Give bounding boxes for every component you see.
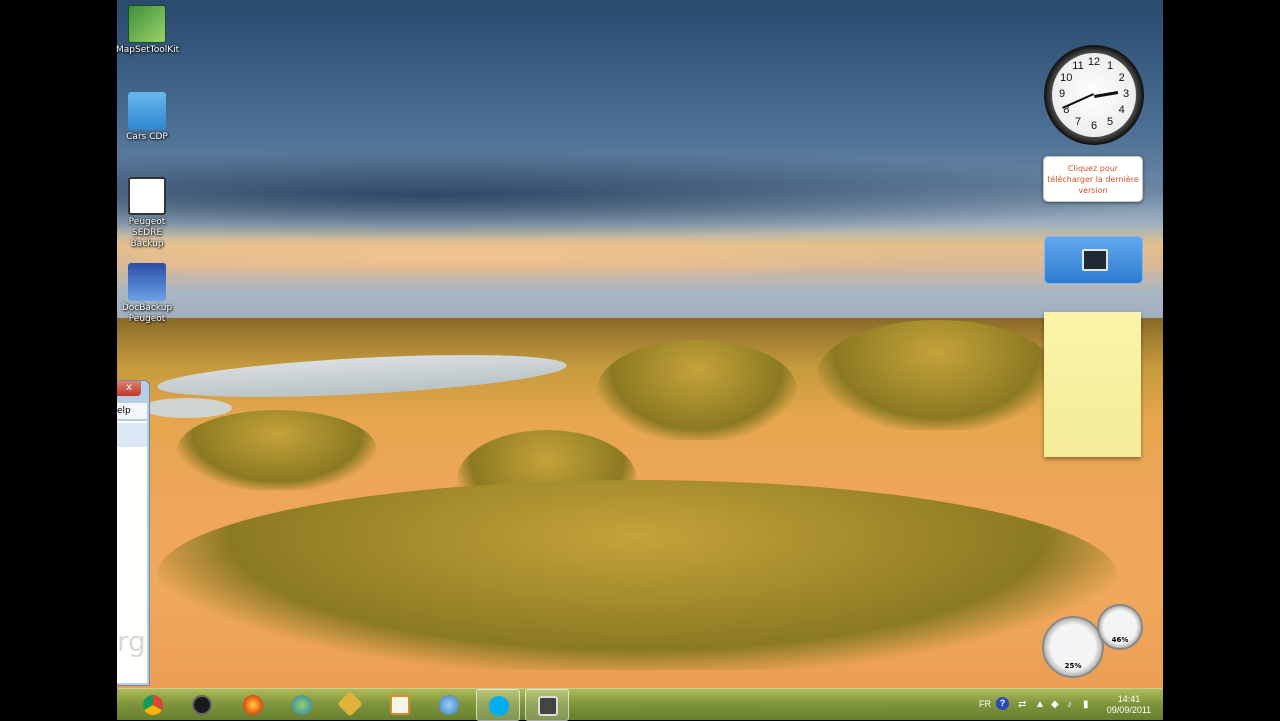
taskbar-messenger-button[interactable] xyxy=(280,689,324,721)
taskbar-paint-button[interactable] xyxy=(427,689,471,721)
wallpaper-clouds xyxy=(117,150,1163,240)
desktop-icon-label: Cars CDP xyxy=(126,132,168,142)
wrench-icon xyxy=(337,691,363,717)
taskbar-chrome-button[interactable] xyxy=(131,689,175,721)
wallpaper-lake xyxy=(142,398,232,418)
clock-number: 9 xyxy=(1058,88,1066,100)
mapset-icon xyxy=(128,5,166,43)
screen: MapSetToolKit Cars CDP Peugeot SEDRE Bac… xyxy=(0,0,1280,721)
peugeot-lion-icon xyxy=(128,263,166,301)
wallpaper-grass xyxy=(177,410,377,490)
desktop-icon-cars-cdp[interactable]: Cars CDP xyxy=(116,92,178,143)
play-icon xyxy=(390,695,410,715)
cpu-meter-gadget[interactable]: 25% 46% xyxy=(1042,604,1147,682)
update-gadget-text[interactable]: Cliquez pour télécharger la dernière ver… xyxy=(1047,164,1139,195)
taskbar-tool-button[interactable] xyxy=(329,689,373,721)
desktop-wallpaper xyxy=(117,0,1163,720)
taskbar-video-button[interactable] xyxy=(525,689,569,721)
memory-usage-value: 46% xyxy=(1111,636,1129,644)
desktop-icon-label: MapSetToolKit xyxy=(116,45,180,55)
wallpaper-grass xyxy=(817,320,1057,430)
clock-datetime[interactable]: 14:41 09/09/2011 xyxy=(1103,694,1155,716)
tray-app-icon[interactable]: ◆ xyxy=(1051,699,1059,710)
clock-number: 7 xyxy=(1074,115,1082,128)
tray-date: 09/09/2011 xyxy=(1106,705,1152,715)
taskbar-firefox-button[interactable] xyxy=(231,689,275,721)
show-hidden-icons-icon[interactable]: ▲ xyxy=(1035,699,1045,710)
clock-number: 5 xyxy=(1106,115,1114,128)
desktop-icon-docbackup-peugeot[interactable]: DocBackup Peugeot xyxy=(116,263,178,325)
network-tray-icon[interactable]: ⇄ xyxy=(1018,699,1026,710)
desktop-icon-label: Peugeot SEDRE Backup xyxy=(128,217,166,249)
help-icon[interactable]: ? xyxy=(996,697,1009,710)
desktop-icon-mapsettoolkit[interactable]: MapSetToolKit xyxy=(116,5,180,56)
wallpaper-grass xyxy=(157,480,1117,670)
clock-gadget[interactable]: 12 1 2 3 4 5 6 7 8 9 10 11 xyxy=(1044,45,1144,145)
media-center-gadget[interactable] xyxy=(1044,236,1143,284)
camera-icon xyxy=(538,696,558,716)
cpu-usage-value: 25% xyxy=(1064,662,1082,670)
chrome-icon xyxy=(143,695,163,715)
system-tray: FR ? ⇄ ▲ ◆ ♪ ▮ 14:41 09/09/2011 xyxy=(973,689,1163,721)
cpu-dial: 25% xyxy=(1042,616,1104,678)
clock-number: 3 xyxy=(1122,88,1130,100)
clock-number: 10 xyxy=(1060,72,1073,84)
partial-app-window[interactable]: x elp rg xyxy=(117,380,150,686)
car-icon xyxy=(128,92,166,130)
clock-number: 11 xyxy=(1072,60,1084,73)
signal-icon[interactable]: ▮ xyxy=(1083,699,1089,710)
clock-number: 4 xyxy=(1118,104,1125,116)
wallpaper-sunset xyxy=(137,238,957,278)
clock-number: 1 xyxy=(1106,60,1114,73)
clock-number: 2 xyxy=(1118,72,1125,84)
sticky-note-gadget[interactable] xyxy=(1044,312,1141,457)
memory-dial: 46% xyxy=(1097,604,1143,650)
taskbar-headset-button[interactable] xyxy=(180,689,224,721)
language-indicator[interactable]: FR xyxy=(979,699,991,709)
messenger-icon xyxy=(292,695,312,715)
clock-number: 6 xyxy=(1090,120,1098,132)
sedre-icon xyxy=(128,177,166,215)
window-close-button[interactable]: x xyxy=(117,381,141,396)
desktop-icon-label: DocBackup Peugeot xyxy=(121,303,173,324)
tray-time: 14:41 xyxy=(1117,694,1141,704)
taskbar-skype-button[interactable] xyxy=(476,689,520,721)
window-menu-help[interactable]: elp xyxy=(117,403,147,419)
wallpaper-grass xyxy=(597,340,797,440)
paint-icon xyxy=(439,695,459,715)
volume-icon[interactable]: ♪ xyxy=(1067,699,1072,710)
window-watermark: rg xyxy=(117,625,146,658)
firefox-icon xyxy=(243,695,263,715)
clock-number: 12 xyxy=(1087,56,1101,68)
tv-icon xyxy=(1082,249,1108,271)
skype-icon xyxy=(489,696,509,716)
update-gadget[interactable]: Cliquez pour télécharger la dernière ver… xyxy=(1043,156,1143,202)
desktop-icon-peugeot-sedre-backup[interactable]: Peugeot SEDRE Backup xyxy=(116,177,178,250)
taskbar-media-player-button[interactable] xyxy=(378,689,422,721)
taskbar: FR ? ⇄ ▲ ◆ ♪ ▮ 14:41 09/09/2011 xyxy=(117,688,1163,721)
window-selected-row[interactable] xyxy=(117,423,147,447)
headset-icon xyxy=(192,695,212,715)
